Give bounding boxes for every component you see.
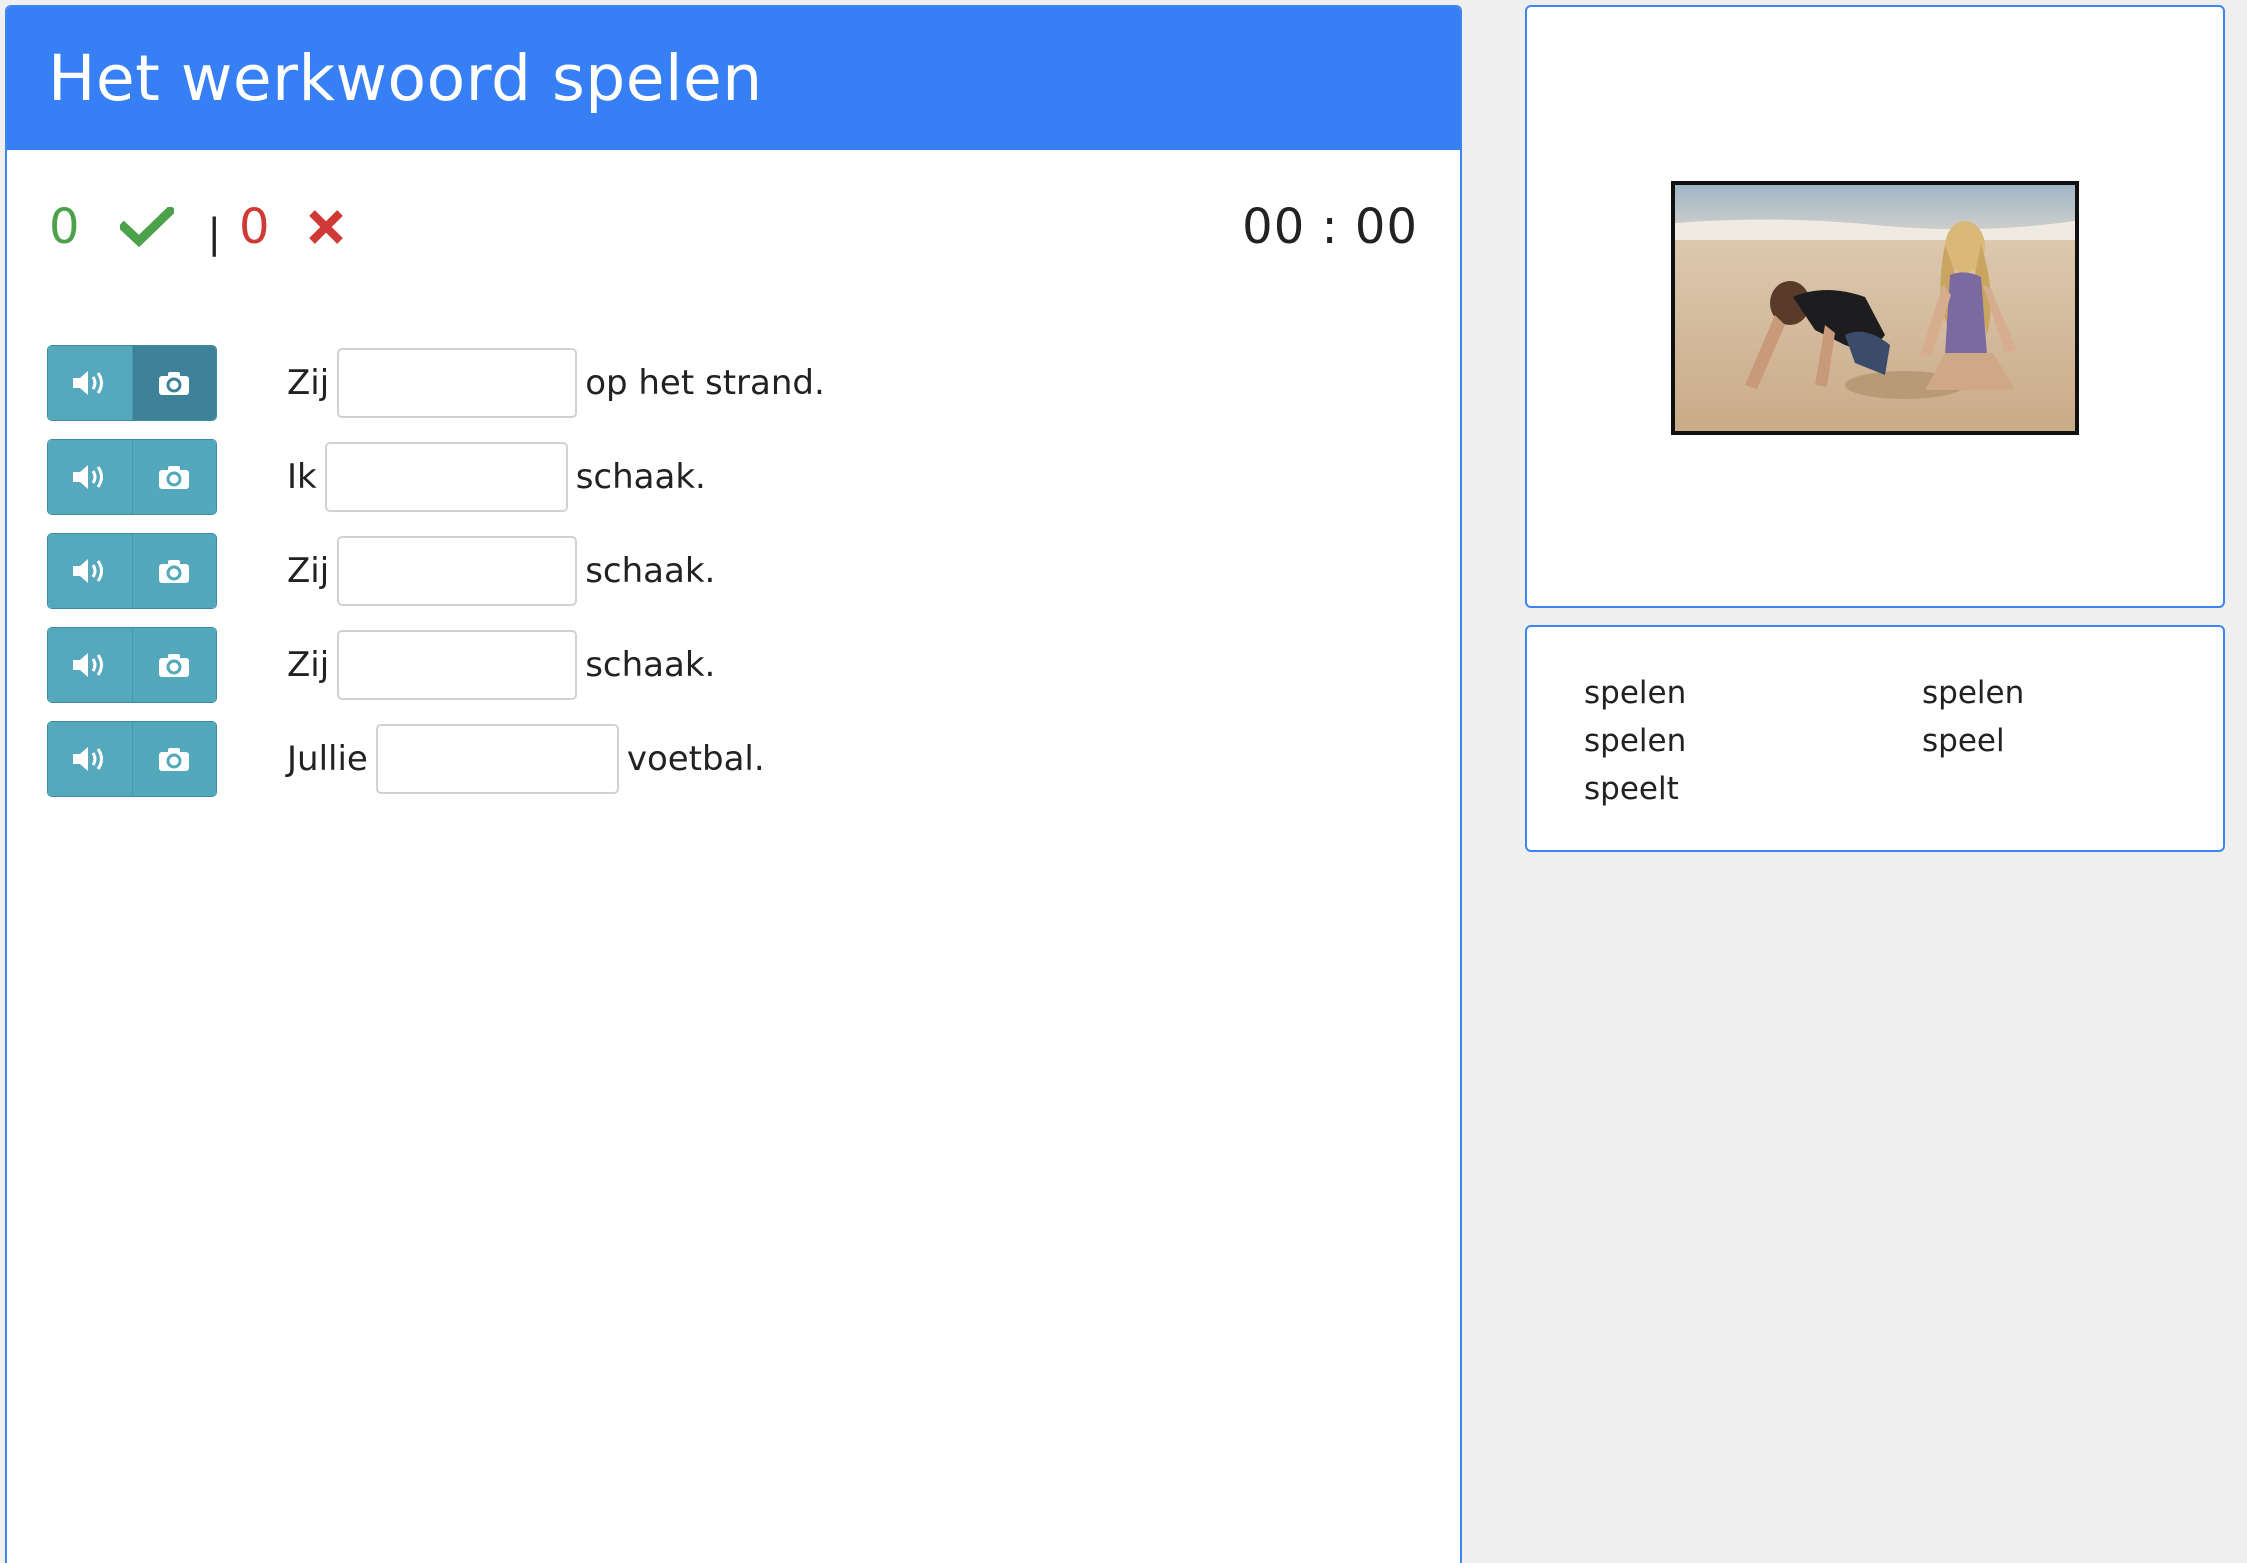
exercise-row: Ik schaak. [47,439,825,515]
media-buttons [47,721,217,797]
image-panel [1525,5,2225,608]
sentence: Zij schaak. [287,630,715,700]
sentence-after: voetbal. [626,739,765,779]
word-bank: spelen spelen spelen speel speelt [1584,671,2024,811]
score-separator: | [207,211,222,257]
word-option[interactable]: speelt [1584,767,1922,811]
word-option[interactable]: spelen [1584,719,1922,763]
word-bank-panel: spelen spelen spelen speel speelt [1525,625,2225,852]
media-buttons [47,439,217,515]
sentence-before: Ik [287,457,317,497]
sentence-after: schaak. [575,457,706,497]
exercise-row: Zij schaak. [47,533,825,609]
camera-icon[interactable] [132,722,216,796]
timer: 00 : 00 [1242,199,1418,255]
sentence-before: Zij [287,363,330,403]
exercise-panel: Het werkwoord spelen 0 | 0 00 : 00 Zij o… [5,5,1462,1563]
page-title: Het werkwoord spelen [48,42,763,115]
word-option[interactable]: spelen [1584,671,1922,715]
camera-icon[interactable] [132,346,216,420]
camera-icon[interactable] [132,628,216,702]
camera-icon[interactable] [132,440,216,514]
word-option[interactable]: spelen [1922,671,2122,715]
beach-photo [1671,181,2079,435]
media-buttons [47,345,217,421]
sentence-after: op het strand. [585,363,825,403]
check-icon [117,204,176,248]
correct-count: 0 [49,199,80,255]
camera-icon[interactable] [132,534,216,608]
exercise-row: Zij op het strand. [47,345,825,421]
sentence: Ik schaak. [287,442,706,512]
answer-input[interactable] [337,348,578,418]
sentence: Zij schaak. [287,536,715,606]
speaker-icon[interactable] [48,722,133,796]
speaker-icon[interactable] [48,628,133,702]
sentence-before: Jullie [287,739,368,779]
exercise-row: Zij schaak. [47,627,825,703]
sentence-before: Zij [287,551,330,591]
sentence-before: Zij [287,645,330,685]
exercise-row: Jullie voetbal. [47,721,825,797]
wrong-count: 0 [239,199,270,255]
speaker-icon[interactable] [48,534,133,608]
exercise-header: Het werkwoord spelen [7,7,1460,150]
speaker-icon[interactable] [48,440,133,514]
speaker-icon[interactable] [48,346,133,420]
sentence-after: schaak. [585,551,716,591]
answer-input[interactable] [337,536,578,606]
answer-input[interactable] [337,630,578,700]
cross-icon [308,209,344,245]
sentence: Zij op het strand. [287,348,825,418]
answer-input[interactable] [324,442,568,512]
media-buttons [47,533,217,609]
exercise-list: Zij op het strand. Ik schaak. Zij schaak… [47,345,825,815]
sentence: Jullie voetbal. [287,724,765,794]
media-buttons [47,627,217,703]
sentence-after: schaak. [585,645,716,685]
answer-input[interactable] [375,724,619,794]
word-option[interactable]: speel [1922,719,2122,763]
score-bar: 0 | 0 00 : 00 [49,197,1418,257]
